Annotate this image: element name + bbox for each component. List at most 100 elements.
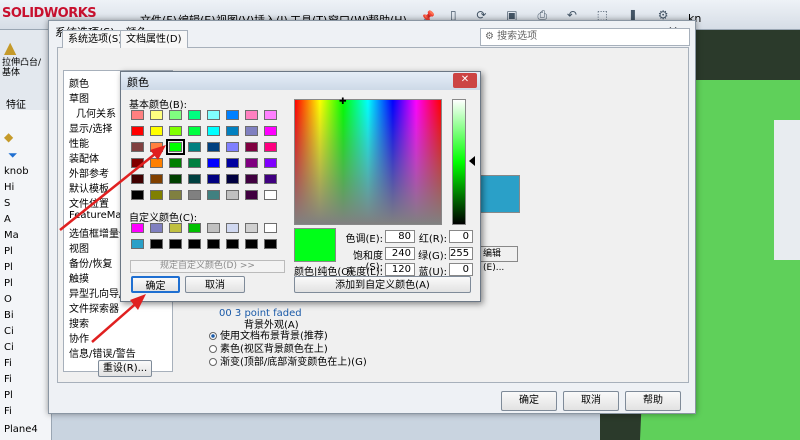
custom-color-swatch[interactable] <box>207 239 220 249</box>
tree-item[interactable]: Bi <box>4 310 52 321</box>
basic-color-swatch[interactable] <box>131 174 144 184</box>
tree-item-knob[interactable]: knob <box>4 166 52 177</box>
basic-color-swatch[interactable] <box>226 158 239 168</box>
custom-color-swatch[interactable] <box>169 239 182 249</box>
basic-color-swatch[interactable] <box>169 174 182 184</box>
custom-color-swatch[interactable] <box>245 239 258 249</box>
task-pane-tabs[interactable] <box>774 120 800 260</box>
category-item[interactable]: 备份/恢复 <box>69 255 112 270</box>
category-item[interactable]: 异型孔向导/ <box>69 285 122 300</box>
green-field[interactable]: 255 <box>449 247 473 260</box>
luminance-pointer-icon[interactable] <box>469 156 475 166</box>
basic-color-swatch[interactable] <box>226 126 239 136</box>
custom-color-swatch[interactable] <box>150 223 163 233</box>
basic-color-swatch[interactable] <box>150 110 163 120</box>
basic-color-swatch[interactable] <box>245 158 258 168</box>
basic-color-swatch[interactable] <box>207 110 220 120</box>
basic-color-swatch[interactable] <box>131 190 144 200</box>
basic-color-swatch[interactable] <box>131 110 144 120</box>
tree-item[interactable]: Pl <box>4 246 52 257</box>
category-item[interactable]: 协作 <box>69 330 89 345</box>
category-item[interactable]: 文件探索器 <box>69 300 119 315</box>
basic-color-swatch[interactable] <box>169 110 182 120</box>
basic-color-swatch[interactable] <box>264 126 277 136</box>
basic-color-swatch[interactable] <box>169 126 182 136</box>
basic-color-swatch[interactable] <box>245 174 258 184</box>
basic-color-swatch[interactable] <box>245 110 258 120</box>
basic-color-swatch[interactable] <box>150 142 163 152</box>
tree-item[interactable]: Pl <box>4 262 52 273</box>
custom-color-swatch[interactable] <box>207 223 220 233</box>
basic-color-swatch[interactable] <box>131 126 144 136</box>
tree-item[interactable]: Pl <box>4 278 52 289</box>
category-item[interactable]: 视图 <box>69 240 89 255</box>
extrude-boss-label[interactable]: 拉伸凸台/基体 <box>2 58 50 78</box>
custom-color-swatch[interactable] <box>150 239 163 249</box>
custom-color-swatch[interactable] <box>131 239 144 249</box>
custom-color-swatch[interactable] <box>226 239 239 249</box>
category-item[interactable]: 几何关系 <box>76 105 116 120</box>
basic-color-swatch[interactable] <box>245 142 258 152</box>
help-button[interactable]: 帮助 <box>625 391 681 411</box>
category-item[interactable]: 颜色 <box>69 75 89 90</box>
basic-color-swatch[interactable] <box>169 158 182 168</box>
custom-color-swatch[interactable] <box>188 239 201 249</box>
basic-color-swatch[interactable] <box>207 158 220 168</box>
basic-color-swatch[interactable] <box>264 190 277 200</box>
basic-color-swatch[interactable] <box>207 126 220 136</box>
basic-color-swatch[interactable] <box>188 126 201 136</box>
basic-color-swatch[interactable] <box>166 139 185 155</box>
tree-item-plane4[interactable]: Plane4 <box>4 424 74 435</box>
add-to-custom-colors-button[interactable]: 添加到自定义颜色(A) <box>294 276 471 293</box>
basic-color-swatch[interactable] <box>264 158 277 168</box>
basic-color-swatch[interactable] <box>226 110 239 120</box>
basic-color-swatch[interactable] <box>150 158 163 168</box>
basic-color-swatch[interactable] <box>264 174 277 184</box>
tree-item[interactable]: O <box>4 294 52 305</box>
hue-field[interactable]: 80 <box>385 230 415 243</box>
basic-color-swatch[interactable] <box>188 174 201 184</box>
ok-button[interactable]: 确定 <box>131 276 180 293</box>
tree-item[interactable]: A <box>4 214 52 225</box>
basic-color-swatch[interactable] <box>226 142 239 152</box>
basic-color-swatch[interactable] <box>264 142 277 152</box>
basic-color-swatch[interactable] <box>226 174 239 184</box>
category-item[interactable]: 信息/错误/警告 <box>69 345 136 360</box>
basic-color-swatch[interactable] <box>188 190 201 200</box>
basic-color-swatch[interactable] <box>131 158 144 168</box>
category-item[interactable]: 性能 <box>69 135 89 150</box>
tab-features[interactable]: 特征 <box>6 96 26 111</box>
custom-color-swatch[interactable] <box>226 223 239 233</box>
basic-color-swatch[interactable] <box>207 174 220 184</box>
edit-color-button[interactable]: 编辑(E)... <box>480 246 518 273</box>
category-item[interactable]: 文件位置 <box>69 195 109 210</box>
extrude-icon[interactable]: ▲ <box>4 38 16 57</box>
basic-color-swatch[interactable] <box>188 110 201 120</box>
tree-item[interactable]: Fi <box>4 358 52 369</box>
basic-color-swatch[interactable] <box>188 158 201 168</box>
category-item[interactable]: 搜索 <box>69 315 89 330</box>
custom-color-swatch[interactable] <box>188 223 201 233</box>
filter-icon[interactable]: ⏷ <box>8 148 18 163</box>
spectrum-crosshair[interactable]: ✚ <box>339 97 347 107</box>
basic-color-swatch[interactable] <box>207 190 220 200</box>
basic-color-swatch[interactable] <box>169 190 182 200</box>
basic-color-swatch[interactable] <box>245 190 258 200</box>
basic-color-swatch[interactable] <box>188 142 201 152</box>
tree-item[interactable]: Fi <box>4 374 52 385</box>
red-field[interactable]: 0 <box>449 230 473 243</box>
tree-item[interactable]: Ci <box>4 342 52 353</box>
category-item[interactable]: 显示/选择 <box>69 120 112 135</box>
basic-color-swatch[interactable] <box>226 190 239 200</box>
basic-color-swatch[interactable] <box>264 110 277 120</box>
tree-item[interactable]: Ma <box>4 230 52 241</box>
feature-manager-icon[interactable]: ◆ <box>4 130 13 144</box>
search-input[interactable]: ⚙ 搜索选项 <box>480 28 690 46</box>
tree-item[interactable]: Ci <box>4 326 52 337</box>
basic-color-swatch[interactable] <box>245 126 258 136</box>
cancel-button[interactable]: 取消 <box>563 391 619 411</box>
basic-color-swatch[interactable] <box>150 174 163 184</box>
tree-item[interactable]: S <box>4 198 52 209</box>
ok-button[interactable]: 确定 <box>501 391 557 411</box>
custom-color-swatch[interactable] <box>169 223 182 233</box>
